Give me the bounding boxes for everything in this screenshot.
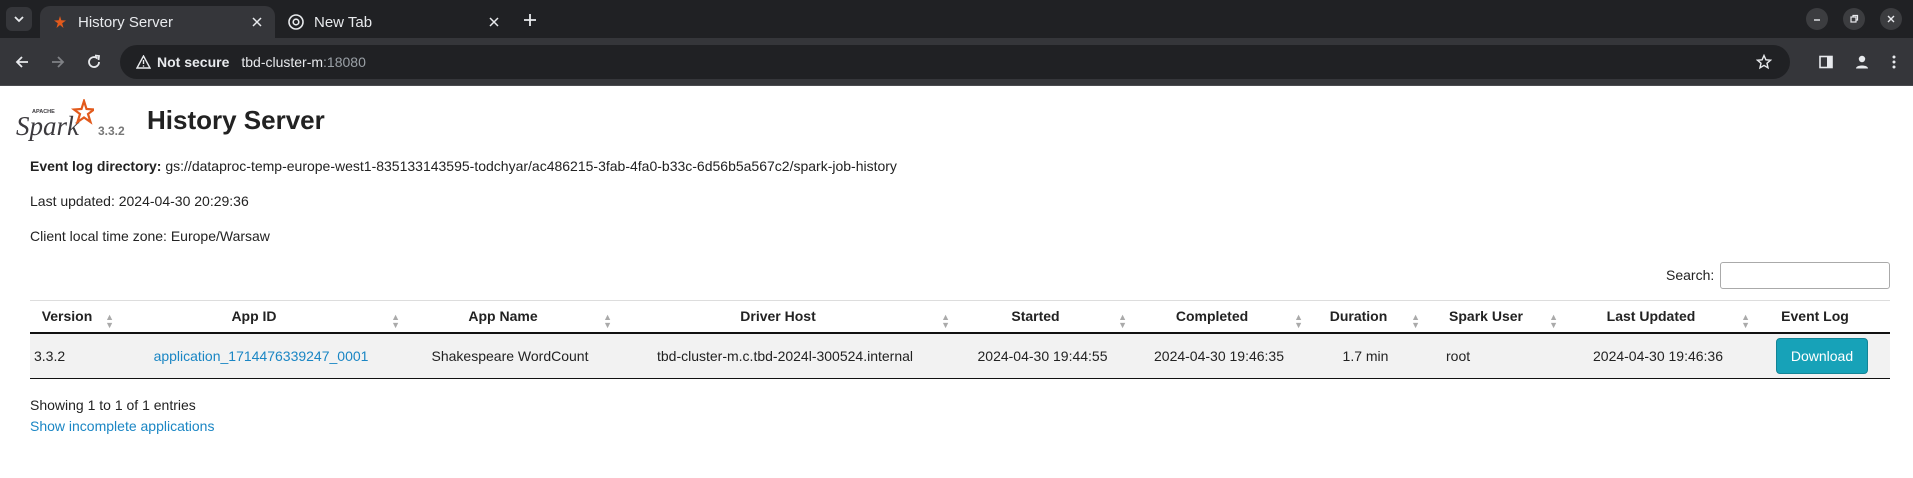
kebab-menu-icon [1892, 55, 1896, 69]
column-header-started[interactable]: Started ▲ ▼ [954, 300, 1131, 334]
spark-icon [52, 14, 68, 30]
profile-icon [1856, 55, 1868, 69]
tab-title: History Server [78, 13, 174, 31]
column-header-completed[interactable]: Completed ▲ ▼ [1131, 300, 1307, 334]
page-content: APACHE Spark 3.3.2 History Server Event … [0, 87, 1913, 478]
sort-icon: ▲ ▼ [1411, 312, 1420, 330]
last-updated: Last updated: 2024-04-30 20:29:36 [30, 193, 249, 209]
new-tab-button[interactable] [518, 8, 542, 32]
close-tab-icon[interactable] [247, 12, 267, 32]
back-button[interactable] [10, 50, 34, 74]
close-icon [1887, 15, 1895, 23]
client-timezone: Client local time zone: Europe/Warsaw [30, 228, 270, 244]
event-log-value: gs://dataproc-temp-europe-west1-83513314… [165, 158, 897, 174]
cell-started: 2024-04-30 19:44:55 [954, 332, 1131, 379]
cell-event-log: Download [1754, 332, 1890, 379]
side-panel-icon [1819, 55, 1833, 69]
cell-app-name: Shakespeare WordCount [404, 332, 616, 379]
table-row: 3.3.2 application_1714476339247_0001 Sha… [30, 332, 1890, 379]
page-title: History Server [147, 105, 325, 135]
tab-search-button[interactable] [6, 7, 32, 31]
address-bar[interactable]: Not secure tbd-cluster-m:18080 [120, 45, 1790, 79]
close-window-button[interactable] [1880, 8, 1902, 30]
show-incomplete-link[interactable]: Show incomplete applications [30, 418, 214, 434]
spark-logo[interactable]: APACHE Spark [14, 97, 98, 143]
url-host: tbd-cluster-m [241, 54, 324, 70]
entries-info: Showing 1 to 1 of 1 entries [30, 397, 196, 413]
download-button[interactable]: Download [1775, 337, 1869, 374]
bookmark-star-icon[interactable] [1752, 50, 1776, 74]
applications-table: Version ▲ ▼ App ID ▲ ▼ App Name ▲ ▼ Driver Hos… [30, 300, 1890, 379]
minimize-button[interactable] [1806, 8, 1828, 30]
event-log-label: Event log directory: [30, 158, 162, 174]
app-id-link[interactable]: application_1714476339247_0001 [154, 348, 369, 364]
tab-history-server[interactable]: History Server [40, 6, 275, 38]
svg-text:Spark: Spark [16, 111, 80, 141]
sort-icon: ▲ ▼ [941, 312, 950, 330]
sort-icon: ▲ ▼ [1741, 312, 1750, 330]
column-header-event-log[interactable]: Event Log [1754, 300, 1890, 334]
chevron-down-icon [14, 16, 24, 23]
reload-button[interactable] [82, 50, 106, 74]
column-header-app-id[interactable]: App ID ▲ ▼ [118, 300, 404, 334]
tab-title: New Tab [314, 13, 373, 31]
side-panel-button[interactable] [1814, 50, 1838, 74]
cell-spark-user: root [1424, 332, 1562, 379]
arrow-right-icon [52, 56, 65, 68]
close-tab-icon[interactable] [484, 12, 504, 32]
sort-icon: ▲ ▼ [1118, 312, 1127, 330]
sort-icon: ▲ ▼ [105, 312, 114, 330]
cell-completed: 2024-04-30 19:46:35 [1131, 332, 1307, 379]
cell-version: 3.3.2 [30, 332, 118, 379]
column-header-spark-user[interactable]: Spark User ▲ ▼ [1424, 300, 1562, 334]
tab-strip: History Server New Tab [0, 0, 1913, 38]
cell-driver-host: tbd-cluster-m.c.tbd-2024l-300524.interna… [616, 332, 954, 379]
sort-icon: ▲ ▼ [1294, 312, 1303, 330]
search-label: Search: [1666, 267, 1715, 283]
warning-icon [136, 55, 151, 69]
profile-button[interactable] [1850, 50, 1874, 74]
event-log-directory: Event log directory: gs://dataproc-temp-… [30, 158, 897, 174]
menu-button[interactable] [1882, 50, 1906, 74]
column-header-duration[interactable]: Duration ▲ ▼ [1307, 300, 1424, 334]
sort-icon: ▲ ▼ [391, 312, 400, 330]
chrome-icon [288, 14, 304, 30]
cell-duration: 1.7 min [1307, 332, 1424, 379]
reload-icon [88, 54, 101, 68]
sort-icon: ▲ ▼ [1549, 312, 1558, 330]
browser-toolbar: Not secure tbd-cluster-m:18080 [0, 38, 1913, 86]
minimize-icon [1814, 19, 1820, 21]
arrow-left-icon [15, 56, 28, 68]
restore-icon [1850, 14, 1859, 23]
tab-new-tab[interactable]: New Tab [276, 6, 512, 38]
forward-button[interactable] [46, 50, 70, 74]
cell-last-updated: 2024-04-30 19:46:36 [1562, 332, 1754, 379]
plus-icon [524, 14, 536, 26]
table-header-row: Version ▲ ▼ App ID ▲ ▼ App Name ▲ ▼ Driver Hos… [30, 300, 1890, 334]
restore-button[interactable] [1843, 8, 1865, 30]
column-header-version[interactable]: Version ▲ ▼ [30, 300, 118, 334]
search-input[interactable] [1720, 262, 1890, 289]
url-port: :18080 [323, 54, 366, 70]
security-chip[interactable]: Not secure [128, 49, 239, 75]
sort-icon: ▲ ▼ [603, 312, 612, 330]
column-header-app-name[interactable]: App Name ▲ ▼ [404, 300, 616, 334]
security-label: Not secure [157, 54, 230, 70]
column-header-driver-host[interactable]: Driver Host ▲ ▼ [616, 300, 954, 334]
cell-app-id: application_1714476339247_0001 [118, 332, 404, 379]
column-header-last-updated[interactable]: Last Updated ▲ ▼ [1562, 300, 1754, 334]
spark-version: 3.3.2 [98, 124, 125, 138]
